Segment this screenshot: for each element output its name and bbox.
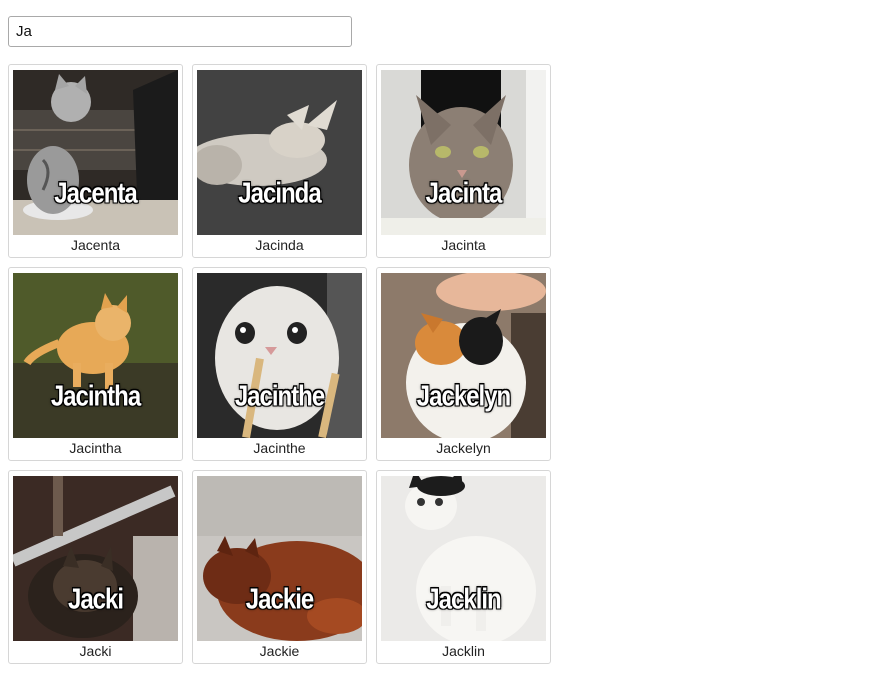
photo-name-overlay: Jackelyn bbox=[416, 380, 511, 413]
cat-card[interactable]: Jacinthe Jacinthe bbox=[192, 267, 367, 461]
photo-name-overlay: Jacinta bbox=[425, 177, 503, 210]
cat-card[interactable]: Jacintha Jacintha bbox=[8, 267, 183, 461]
cat-photo: Jackelyn bbox=[381, 273, 546, 438]
cat-name-label: Jacinta bbox=[441, 237, 486, 253]
cat-photo: Jacinta bbox=[381, 70, 546, 235]
cat-name-label: Jacki bbox=[79, 643, 112, 659]
cat-card[interactable]: Jackelyn Jackelyn bbox=[376, 267, 551, 461]
cat-name-label: Jackie bbox=[259, 643, 300, 659]
search-input[interactable] bbox=[8, 16, 352, 47]
photo-name-overlay: Jacintha bbox=[50, 380, 141, 413]
cat-card[interactable]: Jackie Jackie bbox=[192, 470, 367, 664]
cat-name-label: Jacenta bbox=[70, 237, 121, 253]
cat-name-label: Jacinthe bbox=[253, 440, 306, 456]
cat-grid: Jacenta Jacenta Jacinda Jacinda Jacinta … bbox=[8, 64, 551, 664]
cat-card[interactable]: Jacinda Jacinda bbox=[192, 64, 367, 258]
photo-name-overlay: Jackie bbox=[245, 583, 314, 616]
cat-card[interactable]: Jacinta Jacinta bbox=[376, 64, 551, 258]
cat-photo: Jacintha bbox=[13, 273, 178, 438]
cat-photo: Jacinthe bbox=[197, 273, 362, 438]
cat-photo: Jacinda bbox=[197, 70, 362, 235]
photo-name-overlay: Jacenta bbox=[54, 177, 137, 210]
photo-name-overlay: Jacinthe bbox=[234, 380, 325, 413]
cat-photo: Jacki bbox=[13, 476, 178, 641]
photo-name-overlay: Jacinda bbox=[238, 177, 321, 210]
cat-card[interactable]: Jacenta Jacenta bbox=[8, 64, 183, 258]
cat-card[interactable]: Jacki Jacki bbox=[8, 470, 183, 664]
cat-name-label: Jackelyn bbox=[436, 440, 491, 456]
cat-photo: Jackie bbox=[197, 476, 362, 641]
cat-photo: Jacenta bbox=[13, 70, 178, 235]
cat-name-label: Jacinda bbox=[255, 237, 304, 253]
photo-name-overlay: Jacki bbox=[67, 583, 124, 616]
cat-name-label: Jacintha bbox=[69, 440, 122, 456]
cat-photo: Jacklin bbox=[381, 476, 546, 641]
photo-name-overlay: Jacklin bbox=[426, 583, 501, 616]
cat-name-label: Jacklin bbox=[442, 643, 485, 659]
cat-card[interactable]: Jacklin Jacklin bbox=[376, 470, 551, 664]
